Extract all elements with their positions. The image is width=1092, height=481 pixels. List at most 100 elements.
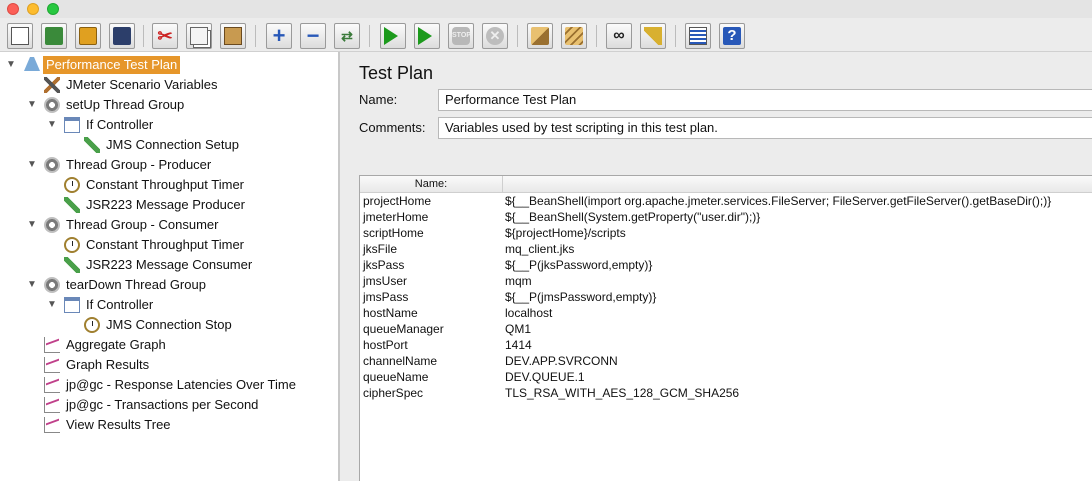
tree-item-transactions-per-second[interactable]: jp@gc - Transactions per Second <box>0 395 338 415</box>
start-button[interactable] <box>380 23 406 49</box>
tree-item-if-controller[interactable]: ▼ If Controller <box>0 115 338 135</box>
new-button[interactable] <box>7 23 33 49</box>
table-row[interactable]: jmeterHome ${__BeanShell(System.getProper… <box>360 209 1092 225</box>
expand-arrow-icon[interactable]: ▼ <box>27 280 37 290</box>
name-field[interactable]: Performance Test Plan <box>438 89 1092 111</box>
table-row[interactable]: jmsUser mqm <box>360 273 1092 289</box>
expand-arrow-icon[interactable]: ▼ <box>27 220 37 230</box>
tree-item-performance-test-plan[interactable]: ▼ Performance Test Plan <box>0 55 338 75</box>
expand-arrow-icon[interactable]: ▼ <box>27 160 37 170</box>
tree-item-label: JMS Connection Stop <box>106 317 232 332</box>
tree-item-view-results-tree[interactable]: View Results Tree <box>0 415 338 435</box>
variable-value: mq_client.jks <box>505 242 575 256</box>
variable-value: ${__P(jmsPassword,empty)} <box>505 290 657 304</box>
search-button[interactable]: ∞ <box>606 23 632 49</box>
tree-item-label: Thread Group - Consumer <box>66 217 219 232</box>
table-row[interactable]: scriptHome ${projectHome}/scripts <box>360 225 1092 241</box>
expand-arrow-icon[interactable]: ▼ <box>47 300 57 310</box>
stop-button[interactable]: STOP <box>448 23 474 49</box>
start-no-pauses-button[interactable] <box>414 23 440 49</box>
tree-item-constant-throughput-timer[interactable]: Constant Throughput Timer <box>0 235 338 255</box>
toolbar-separator <box>255 25 256 47</box>
thread-group-gear-icon <box>44 217 60 233</box>
config-tools-icon <box>44 77 60 93</box>
table-row[interactable]: hostName localhost <box>360 305 1092 321</box>
name-label: Name: <box>359 92 398 107</box>
test-plan-flask-icon <box>24 57 40 71</box>
tree-item-aggregate-graph[interactable]: Aggregate Graph <box>0 335 338 355</box>
binoculars-icon: ∞ <box>613 27 625 44</box>
clear-button[interactable] <box>527 23 553 49</box>
save-button[interactable] <box>109 23 135 49</box>
table-row[interactable]: projectHome ${__BeanShell(import org.apac… <box>360 193 1092 209</box>
expand-arrow-icon[interactable]: ▼ <box>47 120 57 130</box>
tree-item-jms-connection-setup[interactable]: JMS Connection Setup <box>0 135 338 155</box>
table-row[interactable]: cipherSpec TLS_RSA_WITH_AES_128_GCM_SHA25… <box>360 385 1092 401</box>
sampler-pen-icon <box>64 197 80 213</box>
close-window-icon[interactable] <box>7 3 19 15</box>
tree-item-jsr223-message-consumer[interactable]: JSR223 Message Consumer <box>0 255 338 275</box>
user-defined-variables-table[interactable]: Name: projectHome ${__BeanShell(import or… <box>359 175 1092 481</box>
reset-search-button[interactable] <box>640 23 666 49</box>
table-row[interactable]: channelName DEV.APP.SVRCONN <box>360 353 1092 369</box>
cut-button[interactable]: ✂ <box>152 23 178 49</box>
expand-arrow-icon[interactable]: ▼ <box>6 60 16 70</box>
tree-item-graph-results[interactable]: Graph Results <box>0 355 338 375</box>
toolbar-separator <box>143 25 144 47</box>
toolbar: ✂ + − ⇄ STOP ✕ ∞ ? <box>0 18 1092 52</box>
table-row[interactable]: jksPass ${__P(jksPassword,empty)} <box>360 257 1092 273</box>
timer-icon <box>64 177 80 193</box>
templates-button[interactable] <box>41 23 67 49</box>
copy-button[interactable] <box>186 23 212 49</box>
clear-all-button[interactable] <box>561 23 587 49</box>
toggle-button[interactable]: ⇄ <box>334 23 360 49</box>
variable-value: mqm <box>505 274 532 288</box>
tree-item-thread-group-consumer[interactable]: ▼ Thread Group - Consumer <box>0 215 338 235</box>
table-row[interactable]: hostPort 1414 <box>360 337 1092 353</box>
expand-arrow-icon[interactable]: ▼ <box>27 100 37 110</box>
variable-value: localhost <box>505 306 553 320</box>
tree-item-label: Performance Test Plan <box>43 56 181 74</box>
zoom-window-icon[interactable] <box>47 3 59 15</box>
expand-button[interactable]: + <box>266 23 292 49</box>
listener-graph-icon <box>44 397 60 413</box>
table-row[interactable]: jksFile mq_client.jks <box>360 241 1092 257</box>
tree-item-thread-group-producer[interactable]: ▼ Thread Group - Producer <box>0 155 338 175</box>
table-row[interactable]: jmsPass ${__P(jmsPassword,empty)} <box>360 289 1092 305</box>
comments-field[interactable]: Variables used by test scripting in this… <box>438 117 1092 139</box>
tree-item-scenario-variables[interactable]: JMeter Scenario Variables <box>0 75 338 95</box>
column-header-value[interactable] <box>504 176 1092 193</box>
variable-name: jksPass <box>363 258 405 272</box>
variable-value: DEV.APP.SVRCONN <box>505 354 618 368</box>
if-controller-icon <box>64 117 80 133</box>
tree-item-teardown-thread-group[interactable]: ▼ tearDown Thread Group <box>0 275 338 295</box>
function-helper-button[interactable] <box>685 23 711 49</box>
collapse-button[interactable]: − <box>300 23 326 49</box>
tree-item-label: Thread Group - Producer <box>66 157 212 172</box>
variable-name: jmsPass <box>363 290 409 304</box>
help-button[interactable]: ? <box>719 23 745 49</box>
paste-button[interactable] <box>220 23 246 49</box>
tree-item-if-controller[interactable]: ▼ If Controller <box>0 295 338 315</box>
tree-item-label: setUp Thread Group <box>66 97 185 112</box>
open-button[interactable] <box>75 23 101 49</box>
timer-icon <box>64 237 80 253</box>
minimize-window-icon[interactable] <box>27 3 39 15</box>
tree-item-setup-thread-group[interactable]: ▼ setUp Thread Group <box>0 95 338 115</box>
tree-item-jms-connection-stop[interactable]: JMS Connection Stop <box>0 315 338 335</box>
broom-icon <box>644 27 662 45</box>
tree-item-label: If Controller <box>86 297 154 312</box>
table-row[interactable]: queueName DEV.QUEUE.1 <box>360 369 1092 385</box>
clear-icon <box>531 27 549 45</box>
tree-item-response-latencies[interactable]: jp@gc - Response Latencies Over Time <box>0 375 338 395</box>
tree-item-jsr223-message-producer[interactable]: JSR223 Message Producer <box>0 195 338 215</box>
minus-icon: − <box>306 23 320 48</box>
column-header-name[interactable]: Name: <box>360 176 503 193</box>
scissors-icon: ✂ <box>157 26 173 46</box>
shutdown-button[interactable]: ✕ <box>482 23 508 49</box>
panel-title: Test Plan <box>359 63 434 83</box>
tree-item-constant-throughput-timer[interactable]: Constant Throughput Timer <box>0 175 338 195</box>
test-plan-tree[interactable]: ▼ Performance Test Plan JMeter Scenario … <box>0 52 340 481</box>
variable-name: projectHome <box>363 194 432 208</box>
table-row[interactable]: queueManager QM1 <box>360 321 1092 337</box>
